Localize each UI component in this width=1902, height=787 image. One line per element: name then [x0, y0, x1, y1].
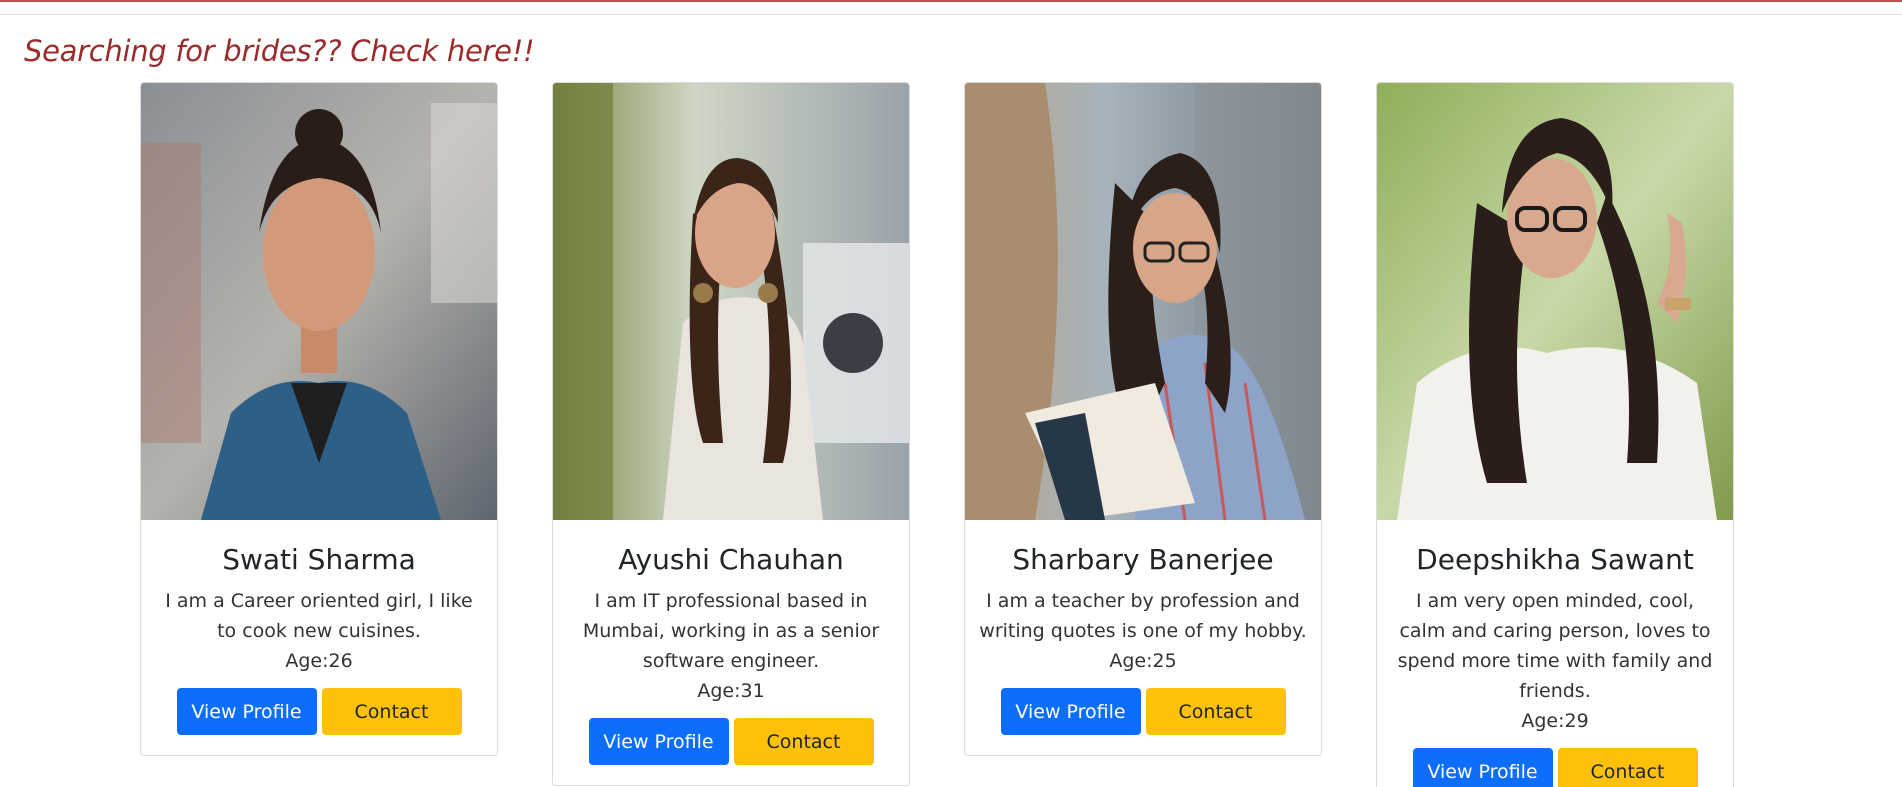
profile-age: Age:29 [1521, 710, 1589, 733]
profile-name: Ayushi Chauhan [618, 543, 844, 576]
card-actions: View Profile Contact [1391, 748, 1719, 787]
profile-age: Age:25 [1109, 650, 1177, 673]
profile-name: Sharbary Banerjee [1012, 543, 1274, 576]
card-actions: View Profile Contact [979, 688, 1307, 736]
view-profile-button[interactable]: View Profile [1412, 748, 1553, 787]
profile-description: I am very open minded, cool, calm and ca… [1397, 590, 1713, 703]
card-actions: View Profile Contact [155, 688, 483, 736]
profile-age: Age:26 [285, 650, 353, 673]
page-heading: Searching for brides?? Check here!! [24, 34, 535, 68]
profile-photo [141, 83, 497, 520]
profile-name: Swati Sharma [222, 543, 416, 576]
view-profile-button[interactable]: View Profile [176, 688, 317, 736]
profile-description: I am a teacher by profession and writing… [979, 590, 1307, 643]
contact-button[interactable]: Contact [1557, 748, 1698, 787]
top-border [0, 0, 1902, 2]
view-profile-button[interactable]: View Profile [1000, 688, 1141, 736]
card-actions: View Profile Contact [567, 718, 895, 766]
profile-description: I am IT professional based in Mumbai, wo… [582, 590, 880, 673]
profile-age: Age:31 [697, 680, 765, 703]
navbar-divider [0, 14, 1902, 15]
profile-photo [1377, 83, 1733, 520]
profile-name: Deepshikha Sawant [1416, 543, 1694, 576]
profile-photo [553, 83, 909, 520]
profile-card: Swati Sharma I am a Career oriented girl… [140, 82, 498, 757]
contact-button[interactable]: Contact [733, 718, 874, 766]
profile-description: I am a Career oriented girl, I like to c… [165, 590, 473, 643]
profile-card: Ayushi Chauhan I am IT professional base… [552, 82, 910, 787]
contact-button[interactable]: Contact [321, 688, 462, 736]
contact-button[interactable]: Contact [1145, 688, 1286, 736]
view-profile-button[interactable]: View Profile [588, 718, 729, 766]
profile-card: Deepshikha Sawant I am very open minded,… [1376, 82, 1734, 787]
profile-photo [965, 83, 1321, 520]
profile-card: Sharbary Banerjee I am a teacher by prof… [964, 82, 1322, 757]
